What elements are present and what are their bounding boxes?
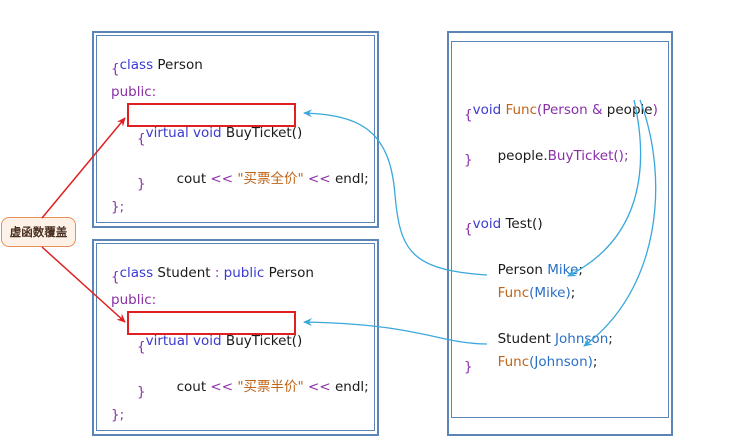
func-call-semi: ; [570, 285, 576, 301]
string-literal: "买票全价" [233, 171, 304, 187]
student-public-label: public: [111, 292, 157, 308]
void-keyword: void [188, 125, 222, 141]
person-virtual-method: virtual void BuyTicket() [137, 106, 303, 141]
test-name: Test() [501, 216, 543, 232]
mike-semi: ; [578, 262, 583, 278]
param-type: Person [542, 102, 588, 118]
johnson-decl: Student Johnson; [489, 312, 613, 347]
virtual-override-callout: 虚函数覆盖 [1, 217, 76, 247]
student-class-close: }; [111, 407, 125, 423]
class-name: Student [153, 265, 211, 281]
class-keyword: class [119, 265, 154, 281]
person-method-open-brace: { [137, 131, 146, 147]
public-inherit-keyword: public [219, 265, 265, 281]
endl-text: endl; [330, 171, 369, 187]
call-object: people. [497, 148, 548, 164]
void-keyword: void [472, 102, 502, 118]
person-open-brace: { [111, 61, 120, 77]
student-open-brace: { [111, 269, 120, 285]
stream-op-1: << [206, 171, 234, 187]
func-name: Func [501, 102, 538, 118]
paren-close: ) [652, 102, 658, 118]
student-cout-line: cout << "买票半价" << endl; [168, 360, 369, 395]
method-name: BuyTicket() [221, 333, 303, 349]
person-class-close: }; [111, 199, 125, 215]
student-method-open-brace: { [137, 339, 146, 355]
call-end: (); [613, 148, 629, 164]
stream-op-2: << [303, 171, 331, 187]
virtual-keyword: virtual [145, 125, 189, 141]
test-open-brace: { [464, 221, 473, 237]
func-call-args: (Johnson) [529, 354, 593, 370]
person-method-close-brace: } [137, 176, 146, 192]
stream-op-1: << [206, 379, 234, 395]
func-call-semi: ; [592, 354, 598, 370]
param-name: people [602, 102, 653, 118]
johnson-semi: ; [608, 331, 613, 347]
string-literal: "买票半价" [233, 379, 304, 395]
mike-decl: Person Mike; [489, 243, 583, 278]
endl-text: endl; [330, 379, 369, 395]
func-call-johnson: Func(Johnson); [489, 335, 598, 370]
person-public-label: public: [111, 84, 157, 100]
method-name: BuyTicket() [221, 125, 303, 141]
virtual-keyword: virtual [145, 333, 189, 349]
class-keyword: class [119, 57, 154, 73]
stream-op-2: << [303, 379, 331, 395]
func-signature: void Func(Person & people) [464, 83, 658, 118]
func-call-name: Func [497, 285, 530, 301]
func-open-brace: { [464, 107, 473, 123]
func-call-mike: Func(Mike); [489, 266, 576, 301]
void-keyword: void [472, 216, 502, 232]
cout-text: cout [176, 171, 207, 187]
test-signature: void Test() [464, 197, 543, 232]
person-class-decl: class Person [111, 38, 203, 73]
call-method: BuyTicket [547, 148, 614, 164]
param-ref: & [587, 102, 603, 118]
cout-text: cout [176, 379, 207, 395]
student-method-close-brace: } [137, 384, 146, 400]
test-close-brace: } [464, 359, 473, 375]
student-class-decl: class Student : public Person [111, 246, 314, 281]
void-keyword: void [188, 333, 222, 349]
func-body-call: people.BuyTicket(); [489, 129, 629, 164]
person-cout-line: cout << "买票全价" << endl; [168, 152, 369, 187]
func-close-brace: } [464, 152, 473, 168]
func-call-name: Func [497, 354, 530, 370]
callout-label: 虚函数覆盖 [9, 225, 68, 239]
base-class-name: Person [264, 265, 314, 281]
class-name: Person [153, 57, 203, 73]
func-call-args: (Mike) [529, 285, 571, 301]
student-virtual-method: virtual void BuyTicket() [137, 314, 303, 349]
